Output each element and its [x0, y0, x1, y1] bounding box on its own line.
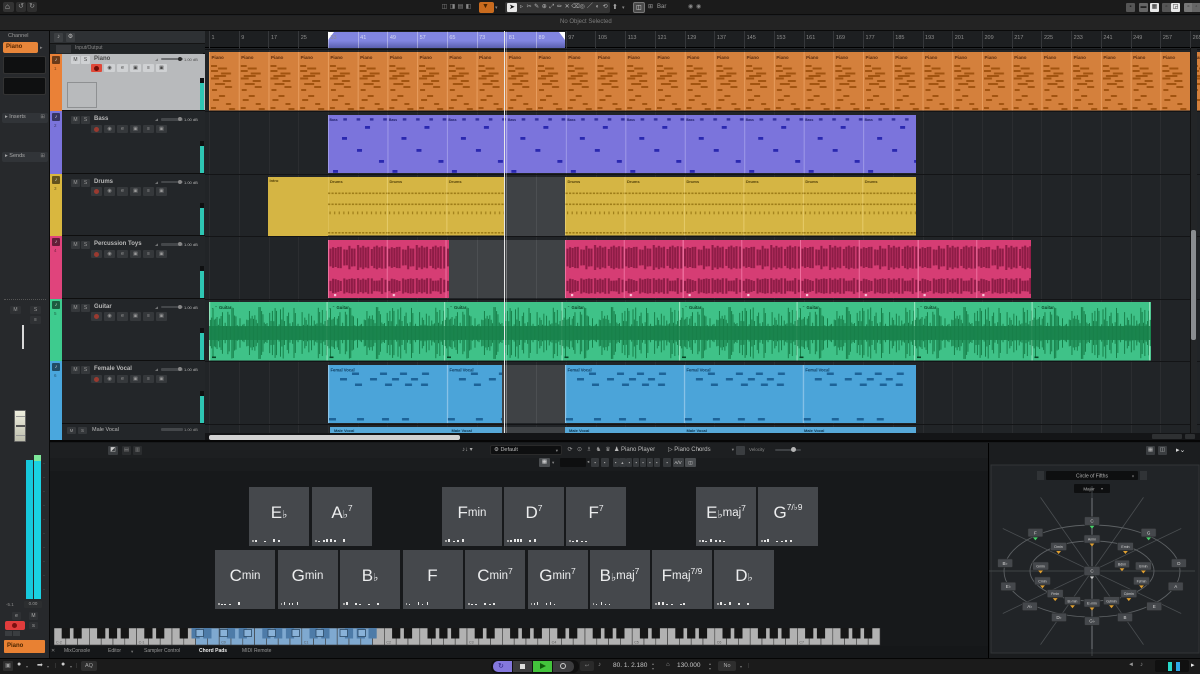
svg-text:C-2: C-2 — [56, 641, 62, 645]
svg-text:▾: ▾ — [1132, 474, 1134, 479]
svg-text:▾: ▾ — [1101, 486, 1103, 491]
svg-text:Major: Major — [1083, 487, 1095, 492]
svg-text:Fmin: Fmin — [1051, 592, 1059, 596]
svg-text:Amin: Amin — [1088, 538, 1096, 542]
svg-text:A♭: A♭ — [1027, 604, 1032, 609]
svg-text:E♭min: E♭min — [1087, 602, 1097, 606]
svg-text:C♯min: C♯min — [1124, 592, 1134, 596]
svg-text:C4: C4 — [552, 641, 557, 645]
svg-text:Emin: Emin — [1121, 545, 1129, 549]
svg-text:E♭: E♭ — [1006, 584, 1011, 589]
svg-text:E: E — [1153, 604, 1156, 609]
svg-text:Cmin: Cmin — [1038, 580, 1046, 584]
svg-text:G: G — [1147, 530, 1151, 535]
svg-text:F♯min: F♯min — [1137, 580, 1147, 584]
svg-text:B: B — [1123, 615, 1126, 620]
svg-text:D♭: D♭ — [1056, 615, 1061, 620]
svg-text:Bmin: Bmin — [1139, 565, 1147, 569]
svg-text:C5: C5 — [634, 641, 639, 645]
svg-text:G♯min: G♯min — [1106, 599, 1116, 603]
svg-text:C2: C2 — [386, 641, 391, 645]
svg-text:B♭: B♭ — [1003, 561, 1008, 566]
svg-text:G♭: G♭ — [1089, 619, 1095, 624]
svg-text:C-1: C-1 — [139, 641, 145, 645]
svg-text:Bdim: Bdim — [1118, 563, 1126, 567]
svg-text:Gmin: Gmin — [1036, 565, 1045, 569]
svg-text:C1: C1 — [304, 641, 309, 645]
svg-text:F: F — [1034, 530, 1037, 535]
svg-text:C0: C0 — [221, 641, 226, 645]
svg-text:Dmin: Dmin — [1054, 545, 1062, 549]
svg-text:C7: C7 — [799, 641, 804, 645]
svg-text:A: A — [1174, 584, 1177, 589]
svg-text:C6: C6 — [717, 641, 722, 645]
svg-text:C3: C3 — [469, 641, 474, 645]
svg-text:B♭min: B♭min — [1068, 599, 1078, 603]
svg-text:Circle of Fifths: Circle of Fifths — [1076, 474, 1108, 480]
